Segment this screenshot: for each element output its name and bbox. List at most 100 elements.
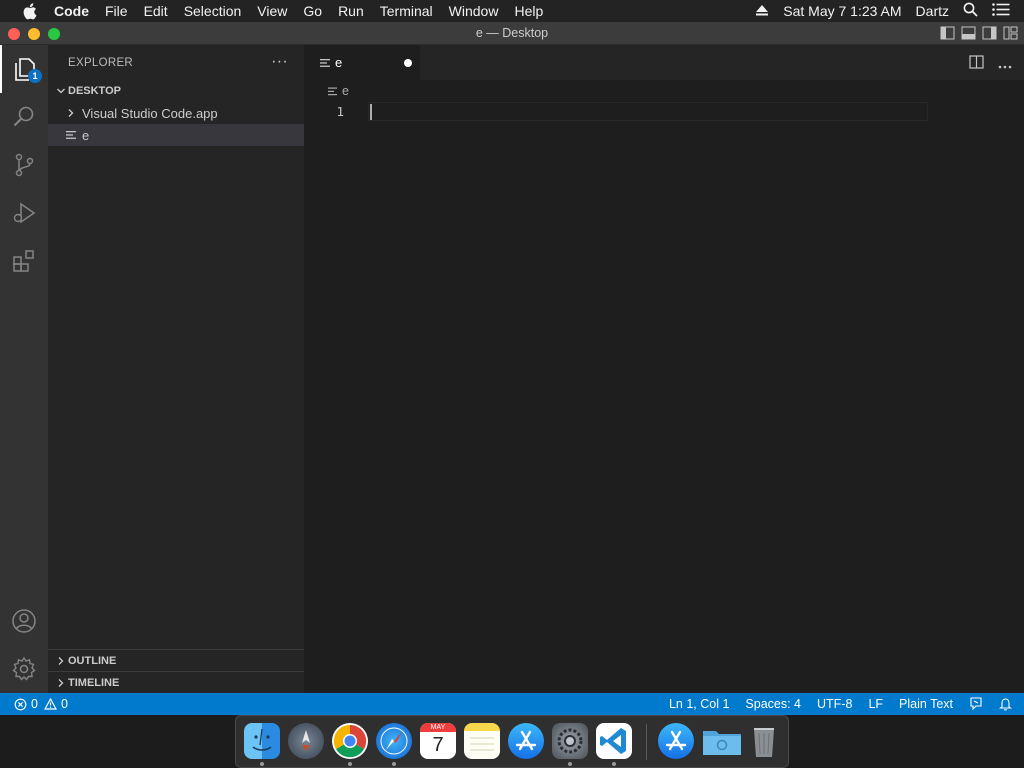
sidebar-title: EXPLORER — [68, 56, 134, 69]
downloads-folder-icon[interactable] — [702, 723, 741, 759]
menu-file[interactable]: File — [97, 0, 136, 22]
safari-icon[interactable] — [376, 723, 412, 759]
tree-item-file[interactable]: e — [48, 124, 304, 146]
error-icon — [14, 698, 27, 711]
launchpad-icon[interactable] — [288, 723, 324, 759]
feedback-icon[interactable] — [969, 697, 983, 711]
menu-view[interactable]: View — [249, 0, 295, 22]
menu-terminal[interactable]: Terminal — [372, 0, 441, 22]
macos-menu-bar: Code File Edit Selection View Go Run Ter… — [0, 0, 1024, 22]
activity-manage[interactable] — [0, 645, 48, 693]
toggle-panel-icon[interactable] — [961, 26, 976, 40]
menubar-user[interactable]: Dartz — [916, 3, 949, 19]
chevron-right-icon — [64, 108, 78, 118]
sidebar-header: EXPLORER ··· — [48, 45, 304, 80]
calendar-icon[interactable]: MAY 7 — [420, 723, 456, 759]
more-actions-icon[interactable] — [998, 56, 1012, 74]
control-center-list-icon[interactable] — [992, 3, 1010, 19]
outline-title: OUTLINE — [68, 654, 117, 667]
unsaved-dot-icon[interactable] — [404, 59, 412, 67]
folder-name: DESKTOP — [68, 85, 121, 97]
activity-source-control[interactable] — [0, 141, 48, 189]
dock-separator — [646, 724, 647, 760]
editor-tab-e[interactable]: e — [304, 45, 420, 80]
activity-run-debug[interactable] — [0, 189, 48, 237]
breadcrumb[interactable]: e — [304, 80, 1024, 102]
system-preferences-running-indicator — [568, 762, 572, 766]
notifications-bell-icon[interactable] — [999, 697, 1012, 711]
timeline-title: TIMELINE — [68, 676, 120, 689]
plain-text-file-icon — [328, 87, 342, 96]
system-preferences-icon[interactable] — [552, 723, 588, 759]
menu-go[interactable]: Go — [295, 0, 330, 22]
activity-explorer[interactable]: 1 — [0, 45, 48, 93]
language-mode[interactable]: Plain Text — [899, 697, 953, 711]
more-actions-button[interactable]: ··· — [271, 53, 288, 71]
app-store-icon[interactable] — [508, 723, 544, 759]
tree-item-label: Visual Studio Code.app — [82, 105, 218, 121]
vscode-icon[interactable] — [596, 723, 632, 759]
editor-line[interactable]: 1 — [304, 102, 1024, 121]
indentation[interactable]: Spaces: 4 — [745, 697, 801, 711]
cursor-position[interactable]: Ln 1, Col 1 — [669, 697, 729, 711]
finder-icon[interactable] — [244, 723, 280, 759]
end-of-line[interactable]: LF — [868, 697, 883, 711]
activity-accounts[interactable] — [0, 597, 48, 645]
vscode-running-indicator — [612, 762, 616, 766]
chrome-running-indicator — [348, 762, 352, 766]
split-editor-icon[interactable] — [969, 55, 984, 74]
notes-icon[interactable] — [464, 723, 500, 759]
warning-count: 0 — [60, 697, 68, 711]
activity-search[interactable] — [0, 93, 48, 141]
source-control-icon — [15, 153, 34, 177]
menubar-clock[interactable]: Sat May 7 1:23 AM — [783, 3, 901, 19]
window-title: e — Desktop — [475, 26, 549, 40]
text-cursor — [370, 104, 372, 120]
explorer-badge: 1 — [28, 69, 42, 83]
editor-area: e e 1 — [304, 45, 1024, 693]
apple-menu-icon[interactable] — [20, 2, 38, 20]
tree-item-label: e — [82, 127, 90, 143]
tab-label: e — [335, 55, 343, 70]
breadcrumb-file[interactable]: e — [342, 84, 349, 98]
spotlight-search-icon[interactable] — [963, 2, 978, 20]
calendar-month: MAY — [420, 723, 456, 732]
finder-running-indicator — [260, 762, 264, 766]
error-count: 0 — [31, 697, 38, 711]
run-debug-icon — [13, 202, 36, 224]
encoding[interactable]: UTF-8 — [817, 697, 852, 711]
customize-layout-icon[interactable] — [1003, 26, 1018, 40]
menu-selection[interactable]: Selection — [176, 0, 250, 22]
macos-dock: MAY 7 — [235, 715, 789, 768]
menu-run[interactable]: Run — [330, 0, 372, 22]
plain-text-file-icon — [66, 130, 80, 140]
chevron-right-icon — [54, 656, 68, 666]
editor-tab-bar: e — [304, 45, 1024, 80]
tree-item-folder[interactable]: Visual Studio Code.app — [48, 102, 304, 124]
toggle-secondary-sidebar-icon[interactable] — [982, 26, 997, 40]
app-store-downloads-icon[interactable] — [658, 723, 694, 759]
timeline-section[interactable]: TIMELINE — [48, 671, 304, 693]
menu-help[interactable]: Help — [506, 0, 551, 22]
folder-section-desktop[interactable]: DESKTOP — [48, 80, 304, 102]
gear-icon — [12, 656, 36, 681]
activity-extensions[interactable] — [0, 237, 48, 285]
eject-icon[interactable] — [755, 3, 769, 19]
chrome-icon[interactable] — [332, 723, 368, 759]
problems-indicator[interactable]: 0 0 — [0, 697, 68, 711]
status-bar: 0 0 Ln 1, Col 1 Spaces: 4 UTF-8 LF Plain… — [0, 693, 1024, 715]
plain-text-file-icon — [320, 58, 335, 68]
trash-icon[interactable] — [746, 723, 782, 759]
menu-window[interactable]: Window — [441, 0, 507, 22]
explorer-sidebar: EXPLORER ··· DESKTOP Visual Studio Code.… — [48, 45, 304, 693]
activity-bar: 1 — [0, 45, 48, 693]
extensions-icon — [13, 250, 34, 272]
line-number: 1 — [336, 104, 344, 119]
outline-section[interactable]: OUTLINE — [48, 649, 304, 671]
toggle-primary-sidebar-icon[interactable] — [940, 26, 955, 40]
window-title-bar: e — Desktop — [0, 22, 1024, 45]
app-menu-code[interactable]: Code — [52, 0, 97, 22]
menu-edit[interactable]: Edit — [136, 0, 176, 22]
safari-running-indicator — [392, 762, 396, 766]
chevron-right-icon — [54, 678, 68, 688]
